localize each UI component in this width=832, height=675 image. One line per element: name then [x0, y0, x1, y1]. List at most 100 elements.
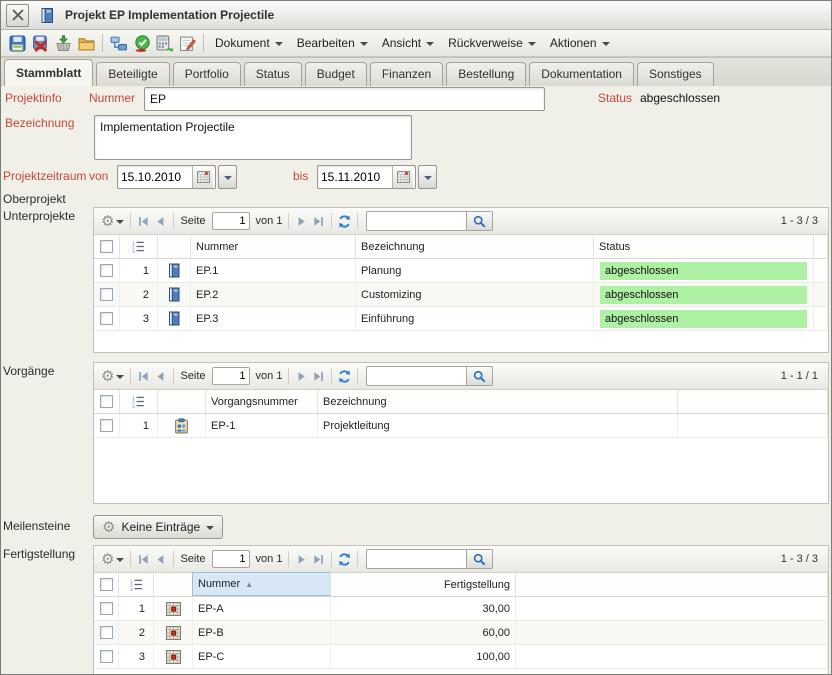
von-dropdown-button[interactable]: [218, 165, 237, 189]
last-page-button[interactable]: [310, 213, 327, 230]
row-checkbox[interactable]: [94, 283, 120, 306]
table-settings-button[interactable]: ⚙: [99, 368, 126, 385]
last-page-button[interactable]: [310, 551, 327, 568]
search-button[interactable]: [466, 366, 493, 386]
search-input[interactable]: [366, 211, 466, 231]
column-header-fertigstellung[interactable]: Fertigstellung: [331, 573, 516, 596]
chevron-down-icon: [116, 558, 124, 562]
refresh-button[interactable]: [336, 551, 353, 568]
row-checkbox[interactable]: [94, 621, 119, 644]
select-all-checkbox[interactable]: [94, 235, 120, 258]
menu-rueckverweise[interactable]: Rückverweise: [441, 33, 543, 53]
page-number-input[interactable]: [212, 212, 250, 230]
menu-aktionen[interactable]: Aktionen: [543, 33, 617, 53]
refresh-button[interactable]: [336, 368, 353, 385]
row-checkbox[interactable]: [94, 597, 119, 620]
cell-bezeichnung: Customizing: [356, 283, 594, 306]
table-row[interactable]: 3 EP-C 100,00: [94, 645, 828, 669]
table-row[interactable]: 3 EP.3 Einführung abgeschlossen: [94, 307, 828, 331]
bezeichnung-textarea[interactable]: Implementation Projectile: [94, 115, 412, 160]
column-header-vorgangsnummer[interactable]: Vorgangsnummer: [206, 390, 318, 413]
chevron-down-icon: [424, 176, 432, 180]
cell-bezeichnung: Einführung: [356, 307, 594, 330]
row-checkbox[interactable]: [94, 307, 120, 330]
nummer-input[interactable]: [144, 87, 545, 111]
subproject-icon[interactable]: [158, 307, 191, 330]
first-page-button[interactable]: [135, 368, 152, 385]
next-page-button[interactable]: [293, 551, 310, 568]
first-page-button[interactable]: [135, 213, 152, 230]
search-input[interactable]: [366, 549, 466, 569]
menu-ansicht[interactable]: Ansicht: [375, 33, 441, 53]
tab-sonstiges[interactable]: Sonstiges: [637, 62, 714, 86]
prev-page-button[interactable]: [152, 213, 169, 230]
table-row[interactable]: 1 EP-1 Projektleitung: [94, 414, 828, 438]
search-button[interactable]: [466, 549, 493, 569]
tab-finanzen[interactable]: Finanzen: [370, 62, 443, 86]
page-number-input[interactable]: [212, 550, 250, 568]
completion-grid-icon[interactable]: [154, 621, 193, 644]
tab-dokumentation[interactable]: Dokumentation: [529, 62, 634, 86]
delete-button[interactable]: [29, 32, 52, 55]
row-checkbox[interactable]: [94, 414, 120, 437]
bis-dropdown-button[interactable]: [418, 165, 437, 189]
column-header-bezeichnung[interactable]: Bezeichnung: [318, 390, 678, 413]
tab-beteiligte[interactable]: Beteiligte: [96, 62, 169, 86]
open-folder-button[interactable]: [75, 32, 98, 55]
bis-calendar-button[interactable]: [392, 166, 413, 188]
row-number-column-header[interactable]: 123: [120, 235, 158, 258]
table-settings-button[interactable]: ⚙: [99, 551, 126, 568]
table-row[interactable]: 1 EP.1 Planung abgeschlossen: [94, 259, 828, 283]
page-number-input[interactable]: [212, 367, 250, 385]
last-page-button[interactable]: [310, 368, 327, 385]
select-all-checkbox[interactable]: [94, 573, 119, 596]
edit-button[interactable]: [176, 32, 199, 55]
hierarchy-button[interactable]: [107, 32, 130, 55]
refresh-button[interactable]: [336, 213, 353, 230]
column-header-label: Nummer: [198, 578, 240, 590]
table-row[interactable]: 2 EP-B 60,00: [94, 621, 828, 645]
von-date-input[interactable]: [118, 166, 192, 188]
search-button[interactable]: [466, 211, 493, 231]
table-settings-button[interactable]: ⚙: [99, 213, 126, 230]
menu-dokument[interactable]: Dokument: [208, 33, 290, 53]
subproject-icon[interactable]: [158, 283, 191, 306]
next-page-button[interactable]: [293, 213, 310, 230]
column-header-bezeichnung[interactable]: Bezeichnung: [356, 235, 594, 258]
bis-date-input[interactable]: [318, 166, 392, 188]
recalculate-button[interactable]: [153, 32, 176, 55]
tab-bestellung[interactable]: Bestellung: [446, 62, 526, 86]
save-button[interactable]: [6, 32, 29, 55]
completion-grid-icon[interactable]: [154, 645, 193, 668]
von-calendar-button[interactable]: [192, 166, 213, 188]
close-button[interactable]: [6, 4, 29, 27]
first-page-button[interactable]: [135, 551, 152, 568]
row-checkbox[interactable]: [94, 645, 119, 668]
table-row[interactable]: 2 EP.2 Customizing abgeschlossen: [94, 283, 828, 307]
column-header-nummer[interactable]: Nummer: [191, 235, 356, 258]
meilensteine-button[interactable]: ⚙ Keine Einträge: [93, 515, 223, 539]
icon-column-header: [158, 235, 191, 258]
prev-page-button[interactable]: [152, 551, 169, 568]
tab-portfolio[interactable]: Portfolio: [173, 62, 241, 86]
tab-stammblatt[interactable]: Stammblatt: [4, 59, 93, 86]
search-input[interactable]: [366, 366, 466, 386]
select-all-checkbox[interactable]: [94, 390, 120, 413]
completion-grid-icon[interactable]: [154, 597, 193, 620]
column-header-status[interactable]: Status: [594, 235, 814, 258]
prev-page-button[interactable]: [152, 368, 169, 385]
next-page-button[interactable]: [293, 368, 310, 385]
row-checkbox[interactable]: [94, 259, 120, 282]
result-range: 1 - 1 / 1: [781, 370, 823, 382]
row-number-column-header[interactable]: 123: [119, 573, 154, 596]
tab-budget[interactable]: Budget: [305, 62, 367, 86]
approve-button[interactable]: [130, 32, 153, 55]
task-icon[interactable]: [158, 414, 206, 437]
menu-bearbeiten[interactable]: Bearbeiten: [290, 33, 375, 53]
subproject-icon[interactable]: [158, 259, 191, 282]
table-row[interactable]: 1 EP-A 30,00: [94, 597, 828, 621]
row-number-column-header[interactable]: 123: [120, 390, 158, 413]
tab-status[interactable]: Status: [244, 62, 302, 86]
import-button[interactable]: [52, 32, 75, 55]
column-header-nummer-sorted[interactable]: Nummer▲: [192, 572, 331, 596]
